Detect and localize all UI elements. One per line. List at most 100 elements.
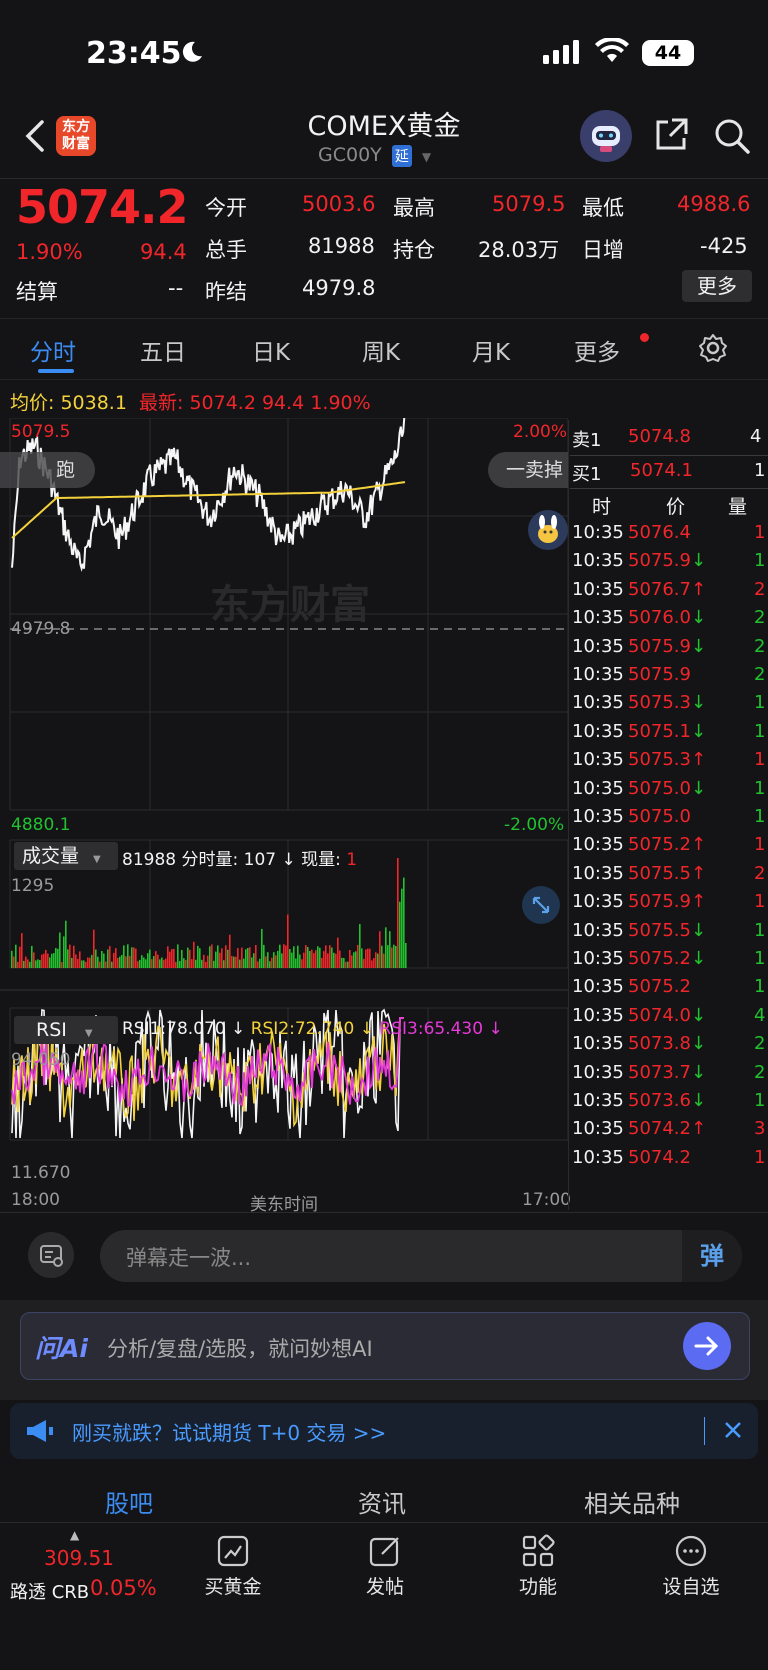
volume-bar [55,948,57,968]
trade-time: 10:35 [572,976,624,998]
index-ticker[interactable]: ▲ 309.51 路透 CRB 0.05% [0,1526,175,1606]
rsi-top-label: 94.050 [11,1050,71,1070]
volume-bar [89,957,91,968]
tab-weekly-k[interactable]: 周K [362,333,400,367]
volume-indicator-select[interactable]: 成交量 ▼ [14,842,118,870]
volume-bar [369,948,371,968]
volume-bar [109,946,111,968]
volume-bar [315,950,317,968]
rsi-indicator-select[interactable]: RSI ▼ [14,1016,118,1044]
volume-bar [177,944,179,968]
rsi2-value: RSI2:72.740 ↓ [250,1019,374,1039]
ai-send-arrow-icon[interactable] [683,1322,731,1370]
left-pill-text: 跑 [55,459,75,481]
trade-time: 10:35 [572,1004,624,1026]
volume-bar [263,944,265,968]
volume-bar [389,931,391,968]
high-value: 5079.5 [492,192,566,216]
promo-banner[interactable]: 刚买就跌？试试期货 T+0 交易 >> [10,1403,758,1459]
buy-gold-button[interactable]: 买黄金 [193,1534,273,1599]
sell-quick-pill[interactable]: 一卖掉 [488,452,568,488]
ai-input[interactable]: 问Ai 分析/复盘/选股，就问妙想AI [20,1312,750,1380]
volume-bar [403,877,405,968]
functions-button[interactable]: 功能 [498,1534,578,1599]
more-button[interactable]: 更多 [682,270,752,302]
active-tab-indicator [38,369,74,373]
trade-price: 5075.0 [628,806,691,827]
wifi-icon [595,36,629,68]
trade-qty: 2 [754,607,766,629]
add-watchlist-button[interactable]: 设自选 [651,1534,731,1599]
volume-bar [23,960,25,968]
danmaku-input[interactable]: 弹幕走一波... 弹 [100,1230,742,1282]
daily-inc-value: -425 [700,234,748,258]
col-time: 时 [592,496,612,518]
trade-price: 5074.2↑ [628,1118,707,1140]
trade-row: 10:35 5076.4 1 [572,522,768,552]
tab-intraday[interactable]: 分时 [30,333,76,367]
volume-bar [169,951,171,968]
volume-bar [393,944,395,968]
tab-five-day[interactable]: 五日 [140,333,186,367]
volume-bar [281,953,283,968]
trades-list[interactable]: 10:35 5076.4 1 10:35 5075.9↓ 1 10:35 5076.7↑ 2 10… [572,522,768,1212]
tab-monthly-k[interactable]: 月K [472,333,510,367]
tab-daily-k[interactable]: 日K [252,333,290,367]
tab-related[interactable]: 相关品种 [584,1484,680,1519]
trade-time: 10:35 [572,664,624,685]
trade-row: 10:35 5075.2↓ 1 [572,948,768,978]
volume-bar [285,945,287,968]
trade-price: 5075.2↓ [628,948,707,969]
trade-qty: 1 [754,1146,766,1168]
robot-avatar-icon[interactable] [580,110,632,162]
left-pill[interactable]: 跑 [0,452,95,488]
trade-price: 5073.8↓ [628,1033,707,1055]
volume-bar [255,945,257,968]
volume-bar [299,954,301,968]
tab-guba[interactable]: 股吧 [105,1484,153,1519]
search-icon[interactable] [712,116,752,160]
share-icon[interactable] [652,116,690,158]
danmaku-send-button[interactable]: 弹 [682,1230,742,1282]
volume-bar [321,957,323,968]
trade-qty: 1 [754,891,766,913]
volume-bar [235,956,237,968]
volume-bar [211,944,213,968]
mascot-icon[interactable] [528,510,568,550]
expand-icon[interactable] [522,886,560,924]
volume-bar [305,945,307,968]
volume-info: 81988 分时量: 107 ↓ 现量: 1 [122,845,357,870]
volume-bar [97,956,99,968]
intraday-chart[interactable]: 东方财富 [0,418,568,1214]
volume-bar [295,958,297,968]
trade-row: 10:35 5075.0↓ 1 [572,778,768,808]
avg-value: 5038.1 [60,392,127,414]
volume-bar [289,949,291,968]
volume-bar [37,959,39,968]
trade-time: 10:35 [572,1118,624,1140]
danmaku-settings-icon[interactable] [28,1232,74,1278]
megaphone-icon [24,1417,56,1449]
volume-bar [113,952,115,968]
trade-time: 10:35 [572,919,624,941]
trade-row: 10:35 5075.9↓ 1 [572,550,768,580]
volume-bar [325,945,327,968]
settings-icon[interactable] [698,333,728,367]
rsi3-value: RSI3:65.430 ↓ [379,1019,503,1039]
volume-bar [297,945,299,968]
volume-bar [351,955,353,968]
volume-bar [291,952,293,968]
volume-bar [195,959,197,968]
tab-news[interactable]: 资讯 [358,1484,406,1519]
contract-selector[interactable]: GC00Y 延 ▼ [318,144,458,170]
trade-row: 10:35 5075.0 1 [572,806,768,836]
volume-bar [107,949,109,968]
post-button[interactable]: 发帖 [345,1534,425,1599]
volume-bar [273,952,275,968]
volume-bar [67,949,69,968]
volume-bars [11,858,407,968]
trade-price: 5073.7↓ [628,1061,707,1083]
tab-more[interactable]: 更多 [574,333,620,367]
close-icon[interactable] [722,1419,744,1445]
volume-bar [129,955,131,968]
